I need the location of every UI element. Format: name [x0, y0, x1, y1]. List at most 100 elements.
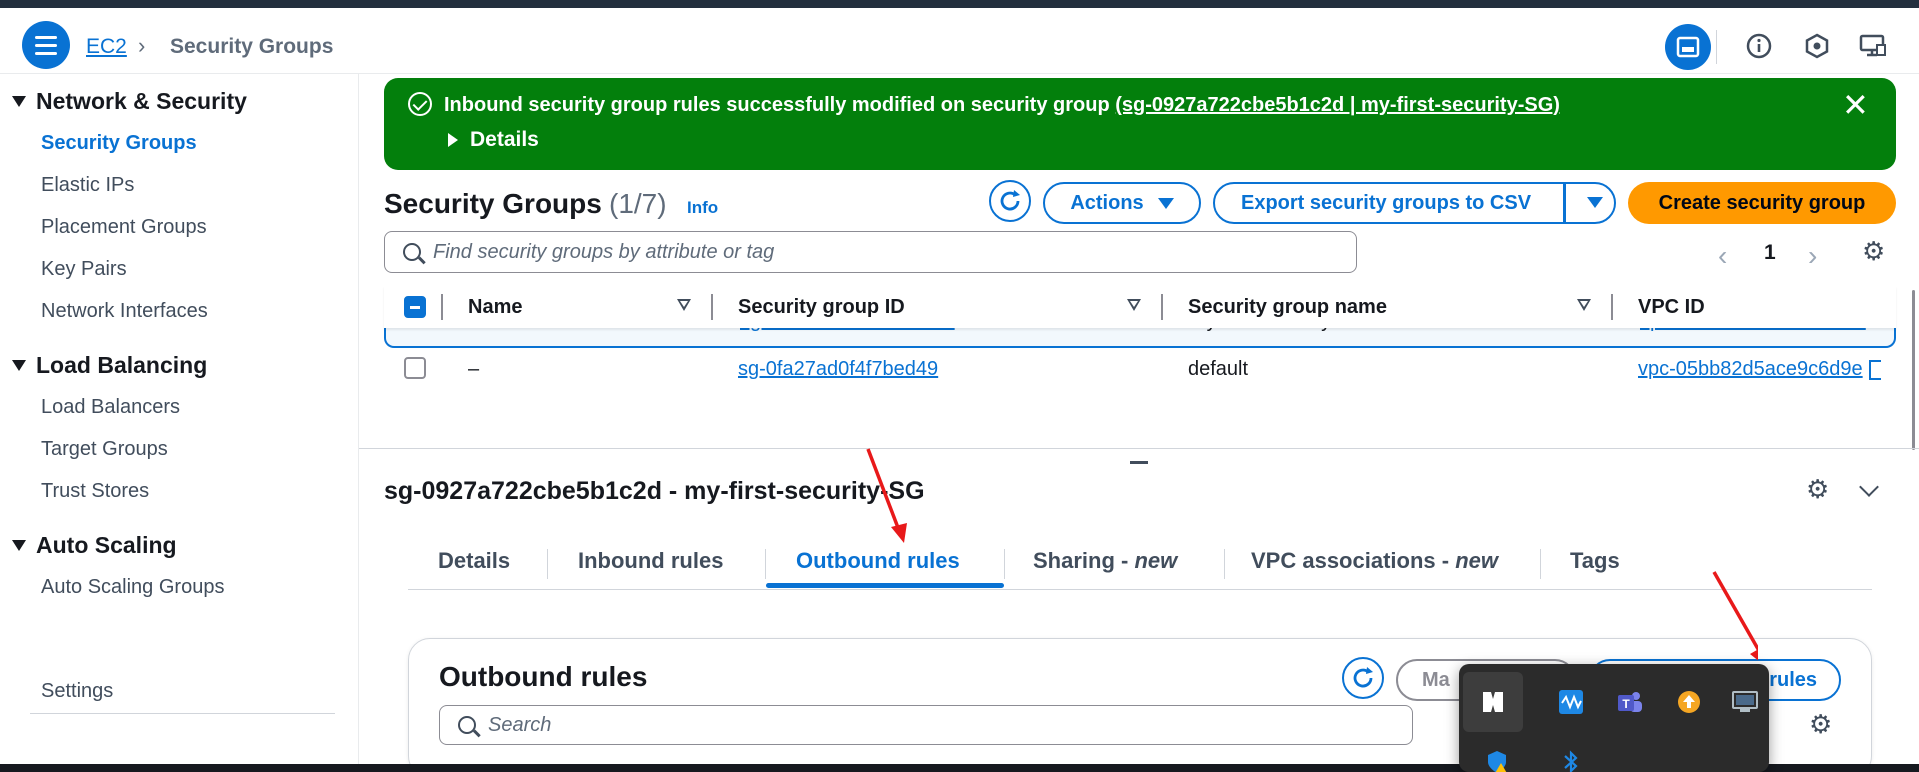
row-checkbox[interactable] — [404, 357, 426, 379]
nav-item-elastic-ips[interactable]: Elastic IPs — [41, 174, 134, 197]
info-icon[interactable] — [1741, 28, 1777, 64]
gear-icon[interactable]: ⚙ — [1809, 709, 1832, 740]
nav-section-label: Auto Scaling — [36, 532, 177, 558]
chevron-down-icon[interactable] — [1859, 477, 1879, 497]
audio-tray-icon[interactable] — [1553, 684, 1589, 720]
rules-search-input[interactable] — [488, 713, 1412, 737]
breadcrumb-current: Security Groups — [170, 35, 334, 58]
chevron-left-icon[interactable]: ‹ — [1718, 240, 1727, 272]
success-check-icon — [408, 92, 432, 116]
nav-item-placement-groups[interactable]: Placement Groups — [41, 216, 207, 239]
column-divider — [711, 294, 713, 320]
sort-icon[interactable] — [1127, 299, 1141, 311]
tab-outbound-rules[interactable]: Outbound rules — [796, 548, 960, 574]
column-header-vpc-id[interactable]: VPC ID — [1638, 296, 1705, 319]
nav-menu-button[interactable] — [22, 21, 70, 69]
column-divider — [1161, 294, 1163, 320]
breadcrumb-ec2[interactable]: EC2 — [86, 35, 127, 59]
export-csv-button[interactable]: Export security groups to CSV — [1213, 182, 1616, 224]
export-label: Export security groups to CSV — [1241, 191, 1532, 214]
security-shield-tray-icon[interactable] — [1479, 744, 1515, 772]
tab-vpc-associations[interactable]: VPC associations - new — [1251, 548, 1498, 574]
nav-section-label: Load Balancing — [36, 352, 208, 378]
info-link[interactable]: Info — [687, 198, 718, 218]
table-header: Name Security group ID Security group na… — [384, 286, 1896, 328]
split-panel-icon[interactable] — [1665, 24, 1711, 70]
actions-dropdown[interactable]: Actions — [1043, 182, 1201, 224]
hexagon-settings-icon[interactable] — [1799, 28, 1835, 64]
nav-section-load-balancing[interactable]: Load Balancing — [12, 352, 207, 379]
monitor-icon[interactable] — [1855, 28, 1891, 64]
system-tray-popup: T — [1459, 664, 1769, 772]
sg-id-link[interactable]: sg-0fa27ad0f4f7bed49 — [738, 358, 938, 381]
panel-title: Outbound rules — [439, 661, 648, 692]
column-header-name[interactable]: Name — [468, 296, 522, 319]
tab-divider — [1224, 549, 1225, 579]
select-all-checkbox[interactable] — [404, 296, 426, 318]
create-security-group-button[interactable]: Create security group — [1628, 182, 1896, 224]
refresh-button[interactable] — [1342, 657, 1384, 699]
bluetooth-tray-icon[interactable] — [1553, 744, 1589, 772]
table-row[interactable]: – sg-0fa27ad0f4f7bed49 default vpc-05bb8… — [384, 352, 1896, 392]
nav-item-security-groups[interactable]: Security Groups — [41, 132, 197, 155]
actions-label: Actions — [1070, 191, 1144, 214]
table-scrollbar[interactable] — [1912, 290, 1915, 450]
app-tray-icon[interactable] — [1463, 672, 1523, 732]
gear-icon[interactable]: ⚙ — [1862, 236, 1885, 267]
search-icon — [403, 243, 421, 261]
caret-down-icon — [1587, 197, 1603, 208]
nav-section-network-security[interactable]: Network & Security — [12, 88, 247, 115]
nav-item-key-pairs[interactable]: Key Pairs — [41, 258, 127, 281]
console-header: EC2 › Security Groups — [0, 8, 1919, 74]
tab-inbound-rules[interactable]: Inbound rules — [578, 548, 723, 574]
nav-item-settings[interactable]: Settings — [41, 680, 113, 703]
nav-item-load-balancers[interactable]: Load Balancers — [41, 396, 180, 419]
update-tray-icon[interactable] — [1671, 684, 1707, 720]
tab-details[interactable]: Details — [438, 548, 510, 574]
gear-icon[interactable]: ⚙ — [1806, 474, 1829, 505]
column-header-sg-name[interactable]: Security group name — [1188, 296, 1387, 319]
tab-tags[interactable]: Tags — [1570, 548, 1620, 574]
browser-top-strip — [0, 0, 1919, 8]
flash-sg-link[interactable]: (sg-0927a722cbe5b1c2d | my-first-securit… — [1115, 94, 1560, 116]
success-flash-banner: Inbound security group rules successfull… — [384, 78, 1896, 170]
refresh-icon — [1000, 190, 1020, 211]
caret-right-icon — [448, 133, 458, 147]
resize-handle[interactable] — [1130, 461, 1148, 464]
chevron-right-icon[interactable]: › — [1808, 240, 1817, 272]
sort-icon[interactable] — [677, 299, 691, 311]
refresh-button[interactable] — [989, 180, 1031, 222]
nav-item-trust-stores[interactable]: Trust Stores — [41, 480, 149, 503]
caret-down-icon — [12, 360, 26, 371]
new-badge: new — [1134, 548, 1178, 573]
nav-section-auto-scaling[interactable]: Auto Scaling — [12, 532, 177, 559]
close-icon[interactable]: ✕ — [1842, 86, 1869, 124]
header-divider — [1716, 30, 1717, 64]
side-navigation: Network & Security Security Groups Elast… — [0, 74, 359, 764]
filter-search-box — [384, 231, 1357, 273]
column-divider — [441, 294, 443, 320]
split-panel-divider — [359, 448, 1919, 449]
search-input[interactable] — [433, 240, 1356, 264]
nav-item-target-groups[interactable]: Target Groups — [41, 438, 168, 461]
vpc-id-cell[interactable]: vpc-05bb82d5ace9c6d9e — [1638, 358, 1881, 381]
nav-item-auto-scaling-groups[interactable]: Auto Scaling Groups — [41, 576, 224, 599]
flash-message: Inbound security group rules successfull… — [444, 94, 1560, 117]
vpc-id-link[interactable]: vpc-05bb82d5ace9c6d9e — [1638, 358, 1863, 380]
name-cell: – — [468, 358, 480, 380]
detail-title: sg-0927a722cbe5b1c2d - my-first-security… — [384, 477, 925, 505]
flash-message-text: Inbound security group rules successfull… — [444, 94, 1116, 116]
teams-tray-icon[interactable]: T — [1612, 684, 1648, 720]
tab-divider — [547, 549, 548, 579]
nav-item-network-interfaces[interactable]: Network Interfaces — [41, 300, 208, 323]
page-title: Security Groups — [384, 188, 602, 219]
page-number[interactable]: 1 — [1764, 241, 1776, 265]
tab-sharing[interactable]: Sharing - new — [1033, 548, 1177, 574]
tab-divider — [1540, 549, 1541, 579]
flash-details-toggle[interactable]: Details — [448, 128, 539, 152]
tab-divider — [1004, 549, 1005, 579]
remote-desktop-tray-icon[interactable] — [1727, 684, 1763, 720]
column-header-sg-id[interactable]: Security group ID — [738, 296, 905, 319]
tab-label: VPC associations - — [1251, 548, 1456, 573]
sort-icon[interactable] — [1577, 299, 1591, 311]
